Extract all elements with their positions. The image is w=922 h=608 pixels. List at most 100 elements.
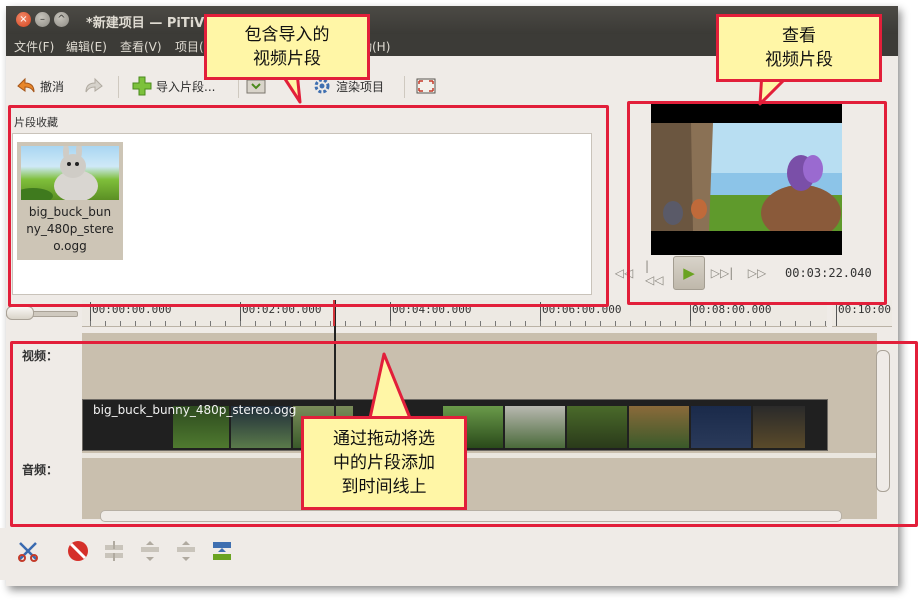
render-project-label: 渲染项目 — [336, 79, 385, 94]
timeline-vertical-scrollbar[interactable] — [876, 350, 890, 492]
group-icon[interactable] — [210, 539, 234, 563]
timeline-horizontal-scrollbar[interactable] — [100, 510, 842, 522]
video-viewer[interactable] — [651, 103, 842, 255]
undo-button[interactable]: 撤消 — [16, 75, 64, 97]
undo-label: 撤消 — [40, 79, 65, 94]
clip-frame — [753, 406, 805, 448]
playhead-marker[interactable] — [333, 300, 335, 326]
ruler-minor-tick — [255, 321, 256, 326]
callout-line: 到时间线上 — [341, 477, 427, 497]
toolbar-separator — [404, 76, 405, 98]
rewind-button[interactable]: |◁◁ — [645, 259, 667, 287]
ruler-minor-tick — [285, 321, 286, 326]
bunny-thumbnail-image — [21, 146, 98, 200]
ruler-minor-tick — [90, 321, 91, 326]
clip-library[interactable]: big_buck_bun ny_480p_stere o.ogg — [12, 133, 592, 295]
ruler-minor-tick — [630, 321, 631, 326]
track-headers: 视频： 音频： — [10, 333, 82, 519]
audio-track-label: 音频： — [22, 463, 59, 477]
ruler-minor-tick — [405, 321, 406, 326]
ruler-minor-tick — [780, 321, 781, 326]
ruler-label: 00:10:00 — [838, 303, 891, 316]
ruler-label: 00:06:00.000 — [542, 303, 622, 316]
menu-view[interactable]: 查看(V) — [120, 38, 162, 55]
timeline-callout: 通过拖动将选 中的片段添加 到时间线上 — [301, 416, 467, 510]
ruler-minor-tick — [645, 321, 646, 326]
ruler-label: 00:04:00.000 — [392, 303, 472, 316]
ruler-minor-tick — [180, 321, 181, 326]
skip-backward-icon: ◁◁ — [614, 266, 634, 280]
callout-line: 视频片段 — [253, 49, 321, 69]
split-clip-icon[interactable] — [16, 539, 40, 563]
video-track-label: 视频： — [22, 349, 59, 363]
ruler-minor-tick — [750, 321, 751, 326]
menu-edit[interactable]: 编辑(E) — [66, 38, 107, 55]
clip-item[interactable]: big_buck_bun ny_480p_stere o.ogg — [17, 142, 123, 260]
ruler-minor-tick — [585, 321, 586, 326]
forward-icon: ▷▷| — [710, 266, 734, 280]
play-icon: ▶ — [683, 264, 695, 282]
ruler-minor-tick — [570, 321, 571, 326]
menu-file[interactable]: 文件(F) — [14, 38, 54, 55]
ruler-minor-tick — [210, 321, 211, 326]
ruler-minor-tick — [735, 321, 736, 326]
ruler-minor-tick — [450, 321, 451, 326]
play-button[interactable]: ▶ — [673, 256, 705, 290]
ruler-minor-tick — [225, 321, 226, 326]
minimize-icon[interactable]: – — [35, 12, 50, 27]
ruler-minor-tick — [420, 321, 421, 326]
ruler-minor-tick — [300, 321, 301, 326]
fullscreen-icon — [416, 78, 436, 94]
close-icon[interactable]: × — [16, 12, 31, 27]
forward-button[interactable]: ▷▷| — [710, 262, 734, 284]
ruler-minor-tick — [240, 321, 241, 326]
ruler-minor-tick — [765, 321, 766, 326]
ruler-label: 00:00:00.000 — [92, 303, 172, 316]
ruler-minor-tick — [600, 321, 601, 326]
skip-backward-button[interactable]: ◁◁ — [613, 262, 635, 284]
skip-forward-button[interactable]: ▷▷ — [746, 262, 768, 284]
zoom-slider-handle[interactable] — [6, 306, 34, 320]
viewer-frame-image — [651, 103, 842, 255]
ruler-minor-tick — [825, 321, 826, 326]
clip-frame — [691, 406, 751, 448]
redo-button[interactable] — [84, 75, 108, 97]
ruler-minor-tick — [690, 321, 691, 326]
ruler-minor-tick — [315, 321, 316, 326]
skip-forward-icon: ▷▷ — [747, 266, 767, 280]
ruler-minor-tick — [660, 321, 661, 326]
callout-line: 查看 — [782, 26, 816, 46]
ruler-minor-tick — [720, 321, 721, 326]
ruler-minor-tick — [705, 321, 706, 326]
undo-icon — [17, 77, 35, 93]
ruler-minor-tick — [465, 321, 466, 326]
menu-project[interactable]: 项目( — [175, 38, 204, 55]
ruler-minor-tick — [810, 321, 811, 326]
clip-thumbnail — [21, 146, 119, 200]
timeline-toolbar — [0, 528, 892, 580]
ungroup-icon[interactable] — [174, 539, 198, 563]
timeline-ruler-end: 00:10:00 — [832, 300, 892, 327]
ruler-minor-tick — [270, 321, 271, 326]
fullscreen-button[interactable] — [416, 75, 440, 97]
toolbar-separator — [118, 76, 119, 98]
ruler-minor-tick — [555, 321, 556, 326]
ruler-minor-tick — [390, 321, 391, 326]
import-clips-button[interactable]: 导入片段... — [132, 75, 215, 97]
ruler-minor-tick — [480, 321, 481, 326]
ruler-minor-tick — [435, 321, 436, 326]
delete-icon[interactable] — [66, 539, 90, 563]
unlink-icon[interactable] — [102, 539, 126, 563]
maximize-icon[interactable]: ^ — [54, 12, 69, 27]
timecode-display: 00:03:22.040 — [785, 266, 872, 280]
timeline-ruler[interactable]: 00:00:00.000 00:02:00.000 00:04:00.000 0… — [82, 300, 827, 327]
ruler-major-tick — [836, 302, 837, 326]
window-title: *新建项目 — PiTiV — [86, 16, 205, 31]
ruler-minor-tick — [615, 321, 616, 326]
ruler-minor-tick — [375, 321, 376, 326]
link-icon[interactable] — [138, 539, 162, 563]
ruler-minor-tick — [345, 321, 346, 326]
ruler-minor-tick — [510, 321, 511, 326]
import-clips-label: 导入片段... — [156, 79, 216, 94]
callout-line: 视频片段 — [765, 50, 833, 70]
